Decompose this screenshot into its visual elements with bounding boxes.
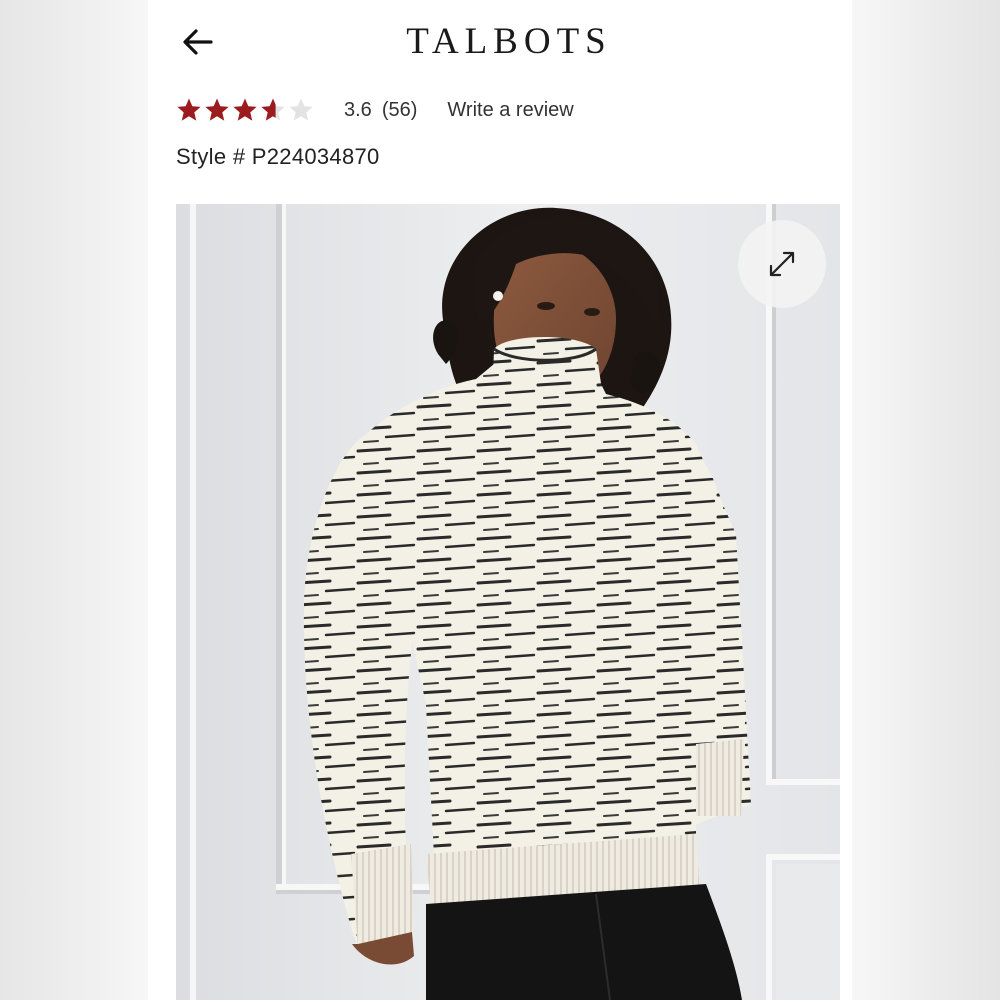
star-icon bbox=[233, 98, 257, 121]
review-count[interactable]: (56) bbox=[382, 99, 418, 122]
star-icon bbox=[289, 98, 313, 121]
star-icon bbox=[205, 98, 229, 121]
left-background bbox=[0, 0, 148, 1000]
expand-image-button[interactable] bbox=[738, 220, 826, 308]
write-review-link[interactable]: Write a review bbox=[447, 99, 573, 122]
star-icon bbox=[261, 98, 285, 121]
right-background bbox=[852, 0, 1000, 1000]
product-page: TALBOTS 3.6 (56) Write a review Style # … bbox=[148, 0, 852, 1000]
brand-logo[interactable]: TALBOTS bbox=[148, 20, 852, 64]
star-rating[interactable] bbox=[176, 97, 314, 123]
rating-value: 3.6 bbox=[344, 98, 372, 121]
product-image[interactable] bbox=[176, 204, 840, 1000]
product-photo bbox=[176, 204, 840, 1000]
rating-row: 3.6 (56) Write a review bbox=[176, 92, 574, 128]
style-number: Style # P224034870 bbox=[176, 144, 380, 169]
star-icon bbox=[177, 98, 201, 121]
expand-arrows-icon bbox=[769, 251, 795, 277]
top-bar: TALBOTS bbox=[148, 0, 852, 86]
